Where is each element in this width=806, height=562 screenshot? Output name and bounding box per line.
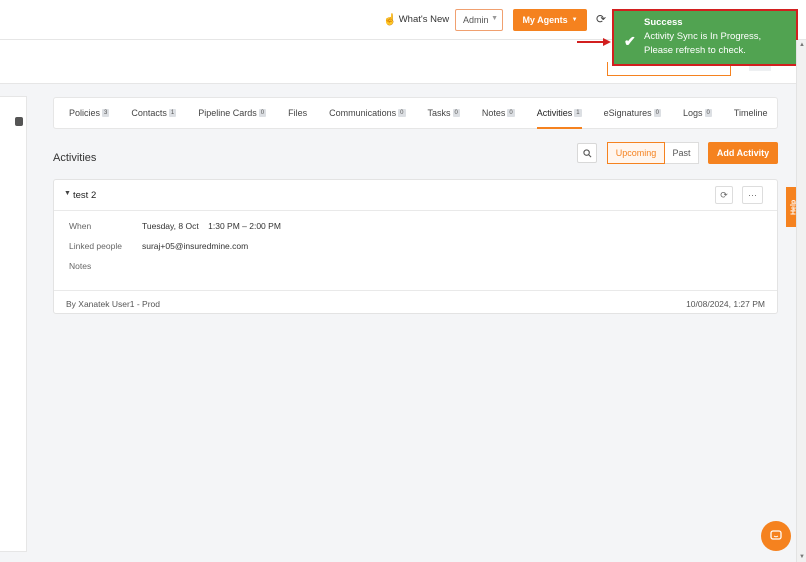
activity-name: test 2 bbox=[73, 190, 97, 201]
when-value: Tuesday, 8 Oct 1:30 PM – 2:00 PM bbox=[142, 221, 281, 231]
role-select[interactable]: Admin ▼ bbox=[455, 9, 503, 31]
search-button[interactable] bbox=[577, 143, 597, 163]
tab-label: Logs bbox=[682, 108, 703, 118]
tab-count: 0 bbox=[507, 109, 515, 117]
filter-past[interactable]: Past bbox=[665, 142, 699, 164]
my-agents-button[interactable]: My Agents ▼ bbox=[513, 9, 587, 31]
tab-files[interactable]: Files bbox=[288, 97, 307, 129]
toast-message: Activity Sync is In Progress, Please ref… bbox=[644, 31, 762, 56]
sync-icon[interactable]: ⟳ bbox=[596, 12, 606, 26]
tab-notes[interactable]: Notes 0 bbox=[482, 97, 515, 129]
activity-card: ▼ test 2 ⟳ ··· When Tuesday, 8 Oct 1:30 … bbox=[53, 179, 778, 314]
activities-title: Activities bbox=[53, 152, 97, 164]
tab-count: 1 bbox=[574, 109, 582, 117]
toast-title: Success bbox=[644, 17, 683, 28]
tab-activities[interactable]: Activities 1 bbox=[536, 97, 582, 129]
tab-label: Files bbox=[288, 108, 308, 118]
tab-timeline[interactable]: Timeline bbox=[734, 97, 768, 129]
tab-label: Contacts bbox=[131, 108, 167, 118]
whats-new-label: What's New bbox=[398, 14, 450, 25]
page-scrollbar[interactable]: ▲ ▼ bbox=[796, 40, 806, 562]
tab-pipeline-cards[interactable]: Pipeline Cards 0 bbox=[198, 97, 267, 129]
activity-card-header[interactable]: ▼ test 2 ⟳ ··· bbox=[54, 180, 777, 211]
role-select-value: Admin bbox=[463, 15, 489, 25]
chevron-down-icon: ▼ bbox=[491, 15, 498, 22]
tab-count: 0 bbox=[704, 109, 712, 117]
tab-count: 0 bbox=[653, 109, 661, 117]
tab-label: Communications bbox=[329, 108, 397, 118]
tab-communications[interactable]: Communications 0 bbox=[329, 97, 406, 129]
tab-count: 3 bbox=[102, 109, 110, 117]
success-toast[interactable]: ✔ Success Activity Sync is In Progress, … bbox=[612, 9, 798, 66]
more-options-button[interactable]: ··· bbox=[742, 186, 763, 204]
arrow-annotation bbox=[577, 38, 611, 46]
tab-count: 0 bbox=[258, 109, 267, 117]
scroll-up-icon[interactable]: ▲ bbox=[799, 42, 805, 48]
tab-logs[interactable]: Logs 0 bbox=[683, 97, 712, 129]
tab-count: 0 bbox=[452, 109, 460, 117]
linked-people-value: suraj+05@insuredmine.com bbox=[142, 241, 249, 251]
tab-label: Pipeline Cards bbox=[198, 108, 257, 118]
refresh-icon: ⟳ bbox=[720, 189, 728, 200]
when-label: When bbox=[69, 221, 92, 231]
linked-people-label: Linked people bbox=[69, 241, 122, 251]
chevron-down-icon: ▼ bbox=[571, 17, 578, 23]
tab-label: Timeline bbox=[733, 108, 768, 118]
hand-icon: ☝ bbox=[383, 14, 397, 26]
created-timestamp: 10/08/2024, 1:27 PM bbox=[686, 299, 765, 309]
check-icon: ✔ bbox=[624, 33, 636, 49]
notes-label: Notes bbox=[69, 261, 92, 271]
tab-count: 0 bbox=[398, 109, 406, 117]
left-sidebar bbox=[0, 96, 27, 552]
tab-contacts[interactable]: Contacts 1 bbox=[131, 97, 177, 129]
my-agents-label: My Agents bbox=[522, 15, 568, 25]
activity-card-footer: By Xanatek User1 - Prod 10/08/2024, 1:27… bbox=[54, 290, 777, 315]
chat-button[interactable] bbox=[761, 521, 791, 551]
scroll-down-icon[interactable]: ▼ bbox=[799, 554, 805, 560]
tab-label: Tasks bbox=[427, 108, 451, 118]
created-by: By Xanatek User1 - Prod bbox=[66, 299, 161, 309]
sidebar-tag-icon[interactable] bbox=[15, 117, 23, 126]
chat-icon bbox=[770, 530, 782, 540]
tab-label: Activities bbox=[536, 108, 573, 118]
filter-upcoming[interactable]: Upcoming bbox=[607, 142, 665, 164]
tab-label: eSignatures bbox=[603, 108, 652, 118]
whats-new-link[interactable]: ☝ What's New bbox=[383, 13, 449, 26]
tab-policies[interactable]: Policies 3 bbox=[69, 97, 110, 129]
record-tabs: Policies 3 Contacts 1 Pipeline Cards 0 F… bbox=[53, 97, 778, 129]
activity-filter: Upcoming Past bbox=[607, 142, 699, 164]
tab-esignatures[interactable]: eSignatures 0 bbox=[604, 97, 661, 129]
tab-label: Policies bbox=[69, 108, 101, 118]
tab-count: 1 bbox=[168, 109, 177, 117]
add-activity-button[interactable]: Add Activity bbox=[708, 142, 778, 164]
chevron-down-icon[interactable]: ▼ bbox=[64, 190, 71, 197]
refresh-button[interactable]: ⟳ bbox=[715, 186, 733, 204]
ellipsis-icon: ··· bbox=[748, 190, 757, 200]
tab-label: Notes bbox=[481, 108, 506, 118]
search-icon bbox=[582, 148, 591, 157]
tab-tasks[interactable]: Tasks 0 bbox=[428, 97, 460, 129]
